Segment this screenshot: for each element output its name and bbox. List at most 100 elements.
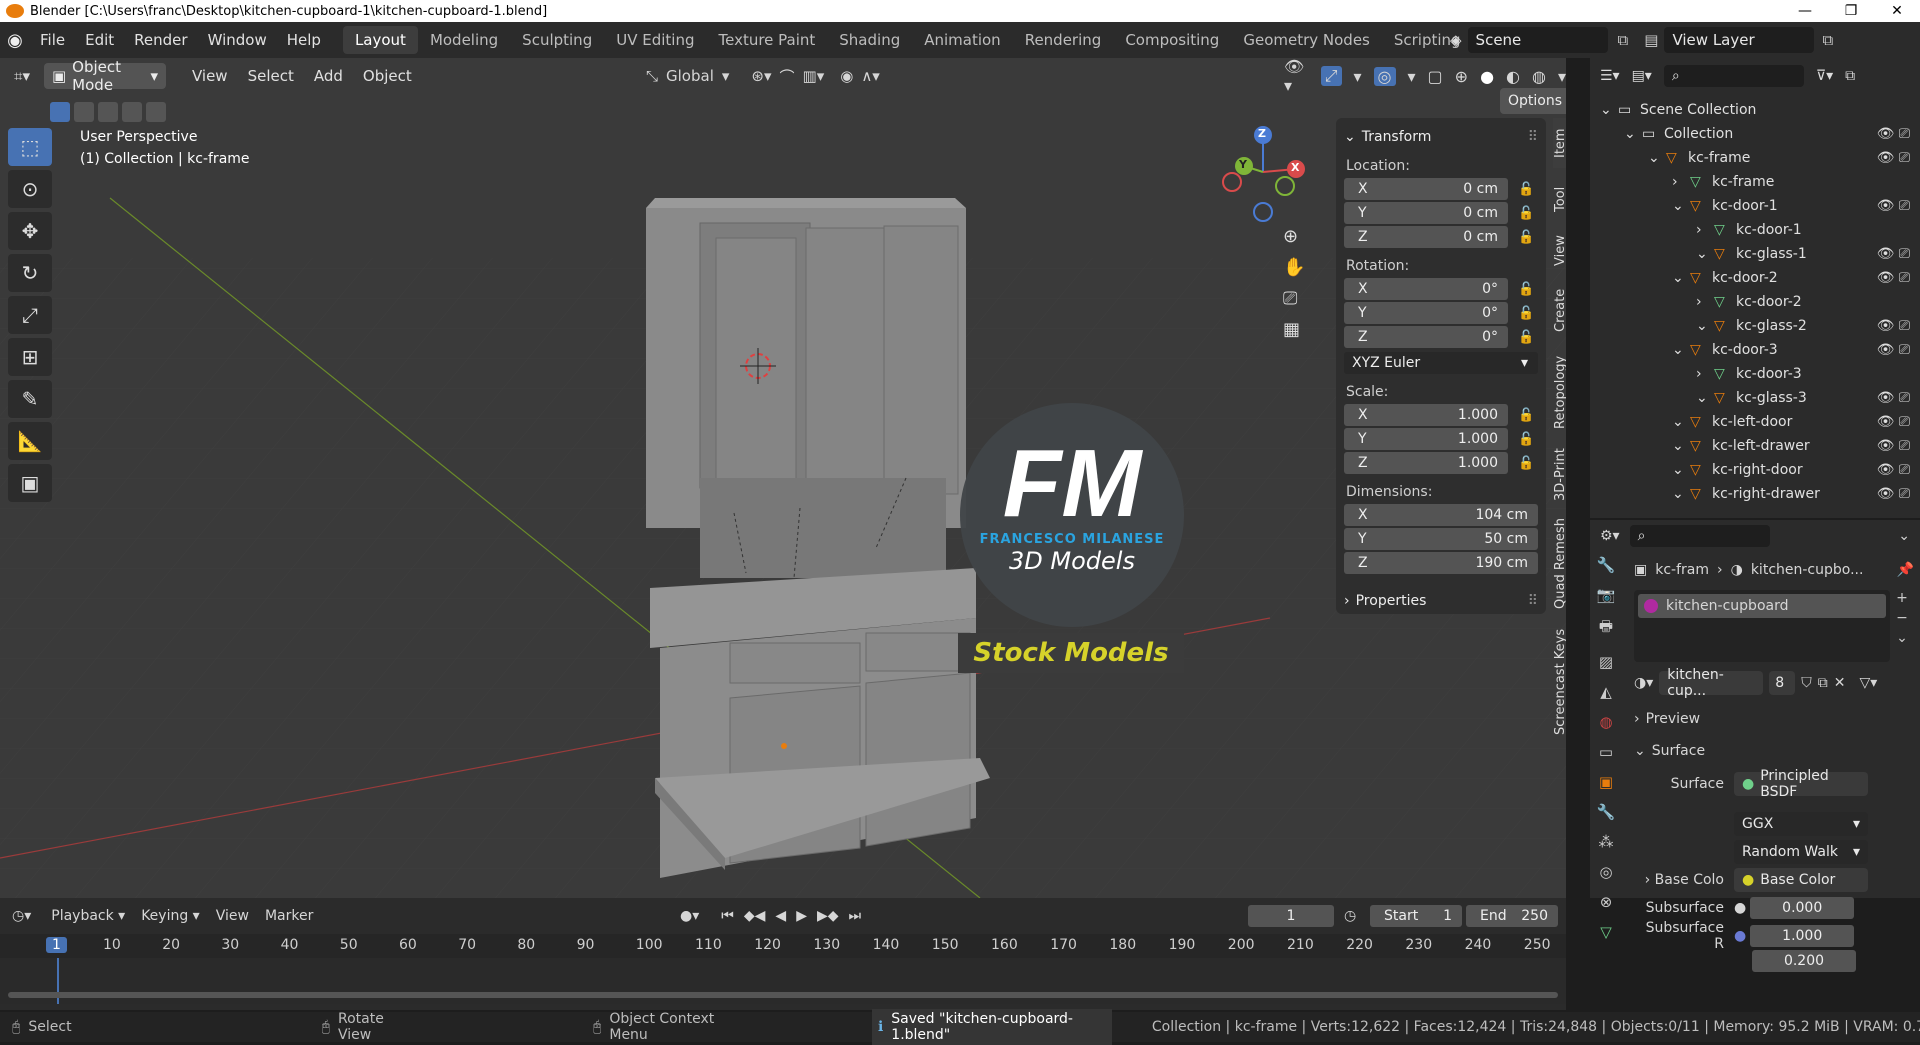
expand-toggle-icon[interactable]: ⌄	[1696, 390, 1714, 406]
editor-type-icon[interactable]: ⚙▾	[1600, 528, 1620, 544]
lock-icon[interactable]: 🔓	[1518, 408, 1538, 423]
properties-search-input[interactable]: ⌕	[1629, 525, 1770, 547]
expand-toggle-icon[interactable]: ⌄	[1672, 414, 1690, 430]
pivot-icon[interactable]: ⊛▾	[751, 67, 771, 85]
clock-icon[interactable]: ◷	[1344, 908, 1356, 924]
rendered-shading-icon[interactable]: ◍	[1532, 67, 1546, 86]
expand-toggle-icon[interactable]: ›	[1672, 174, 1690, 190]
visibility-eye-icon[interactable]: 👁 ⎚	[1877, 438, 1910, 454]
dimensions-y-field[interactable]: Y 50 cm	[1344, 528, 1538, 550]
object-props-icon[interactable]: ▣	[1599, 773, 1613, 791]
falloff-icon[interactable]: ∧▾	[861, 67, 880, 85]
select-new-icon[interactable]	[50, 102, 70, 122]
menu-help[interactable]: Help	[277, 31, 331, 49]
visibility-eye-icon[interactable]: 👁 ⎚	[1877, 270, 1910, 286]
base-color-label[interactable]: › Base Colo	[1634, 872, 1724, 888]
select-invert-icon[interactable]	[122, 102, 142, 122]
new-scene-icon[interactable]: ⧉	[1618, 31, 1629, 49]
render-props-icon[interactable]: 📷	[1597, 586, 1616, 604]
rotate-tool-icon[interactable]: ↻	[8, 254, 52, 292]
outliner-row[interactable]: › ▽ kc-frame	[1590, 170, 1920, 194]
menu-edit[interactable]: Edit	[75, 31, 124, 49]
visibility-eye-icon[interactable]: 👁 ⎚	[1877, 246, 1910, 262]
remove-slot-icon[interactable]: −	[1896, 610, 1908, 626]
proportional-edit-icon[interactable]: ◉	[840, 67, 853, 85]
expand-toggle-icon[interactable]: ›	[1696, 294, 1714, 310]
outliner-row[interactable]: ⌄ ▽ kc-frame 👁 ⎚	[1590, 146, 1920, 170]
viewport-menu-view[interactable]: View	[182, 67, 238, 85]
wireframe-shading-icon[interactable]: ⊕	[1455, 67, 1468, 86]
visibility-eye-icon[interactable]: 👁 ⎚	[1877, 342, 1910, 358]
material-slot-item[interactable]: kitchen-cupboard	[1638, 594, 1886, 618]
location-x-field[interactable]: X0 cm	[1344, 178, 1508, 200]
collection-props-icon[interactable]: ▭	[1599, 743, 1613, 761]
tab-layout[interactable]: Layout	[342, 26, 418, 54]
data-props-icon[interactable]: ▽	[1600, 923, 1612, 941]
constraint-props-icon[interactable]: ⊗	[1600, 893, 1613, 911]
sidebar-tab-3d-print[interactable]: 3D-Print	[1553, 444, 1566, 506]
tab-sculpting[interactable]: Sculpting	[510, 26, 604, 54]
outliner-row[interactable]: ⌄ ▽ kc-left-drawer 👁 ⎚	[1590, 434, 1920, 458]
keyframe-area[interactable]	[0, 958, 1566, 1004]
overlay-toggle-icon[interactable]: ◎	[1373, 66, 1396, 86]
outliner-row[interactable]: ⌄ ▽ kc-glass-2 👁 ⎚	[1590, 314, 1920, 338]
sidebar-tab-screencast-keys[interactable]: Screencast Keys	[1553, 622, 1566, 742]
timeline-scrollbar[interactable]	[8, 992, 1558, 998]
camera-view-icon[interactable]: ⎚	[1283, 288, 1305, 309]
end-frame-field[interactable]: End 250	[1466, 905, 1558, 927]
distribution-dropdown[interactable]: GGX ▾	[1734, 812, 1868, 836]
expand-toggle-icon[interactable]: ⌄	[1672, 438, 1690, 454]
tab-geometry-nodes[interactable]: Geometry Nodes	[1231, 26, 1382, 54]
jump-end-icon[interactable]: ⏭	[849, 908, 862, 924]
timeline-menu-playback[interactable]: Playback ▾	[43, 908, 133, 924]
new-collection-icon[interactable]: ⧉	[1845, 68, 1855, 84]
visibility-eye-icon[interactable]: 👁 ⎚	[1877, 486, 1910, 502]
tab-animation[interactable]: Animation	[912, 26, 1012, 54]
outliner-row[interactable]: ⌄ ▽ kc-door-3 👁 ⎚	[1590, 338, 1920, 362]
tab-shading[interactable]: Shading	[827, 26, 912, 54]
outliner-row[interactable]: ⌄ ▽ kc-door-2 👁 ⎚	[1590, 266, 1920, 290]
modifier-props-icon[interactable]: 🔧	[1597, 803, 1616, 821]
filter-icon[interactable]: ⊽▾	[1816, 68, 1833, 84]
physics-props-icon[interactable]: ◎	[1599, 863, 1612, 881]
lock-icon[interactable]: 🔓	[1518, 456, 1538, 471]
visibility-eye-icon[interactable]: 👁 ⎚	[1877, 462, 1910, 478]
sidebar-tab-quad-remesh[interactable]: Quad Remesh	[1553, 512, 1566, 616]
scene-props-icon[interactable]: ◭	[1600, 683, 1612, 701]
outliner-row[interactable]: ⌄ ▭ Scene Collection	[1590, 98, 1920, 122]
play-reverse-icon[interactable]: ◀	[775, 908, 786, 924]
expand-toggle-icon[interactable]: ⌄	[1672, 198, 1690, 214]
dimensions-z-field[interactable]: Z 190 cm	[1344, 552, 1538, 574]
3d-viewport[interactable]: Z X Y ⊕ ✋ ⎚ ▦ FM FRANCESCO MILANESE 3D M…	[0, 58, 1566, 898]
shading-dropdown-icon[interactable]: ▾	[1558, 67, 1566, 86]
drag-handle-icon[interactable]: ⠿	[1528, 129, 1538, 145]
scene-icon[interactable]: ◈	[1450, 31, 1462, 49]
viewport-menu-add[interactable]: Add	[304, 67, 353, 85]
subsurface-radius-g-field[interactable]: 0.200	[1752, 950, 1856, 972]
editor-type-icon[interactable]: ⌗▾	[14, 67, 30, 85]
rotation-x-field[interactable]: X 0°	[1344, 278, 1508, 300]
outliner-row[interactable]: › ▽ kc-door-2	[1590, 290, 1920, 314]
play-icon[interactable]: ▶	[796, 908, 807, 924]
location-y-field[interactable]: Y0 cm	[1344, 202, 1508, 224]
frame-ruler[interactable]: 1 10 20 30 40 50 60 70 80 90 100 110 120 130 140 150 160…	[0, 934, 1566, 958]
material-users-count[interactable]: 8	[1769, 671, 1796, 695]
mode-dropdown[interactable]: ▣ Object Mode ▾	[43, 58, 166, 94]
outliner-row[interactable]: › ▽ kc-door-3	[1590, 362, 1920, 386]
overlay-dropdown-icon[interactable]: ▾	[1408, 67, 1416, 86]
tool-props-icon[interactable]: 🔧	[1597, 556, 1616, 574]
new-view-layer-icon[interactable]: ⧉	[1822, 31, 1833, 49]
annotate-tool-icon[interactable]: ✎	[8, 380, 52, 418]
outliner-row[interactable]: ⌄ ▽ kc-left-door 👁 ⎚	[1590, 410, 1920, 434]
move-tool-icon[interactable]: ✥	[8, 212, 52, 250]
expand-toggle-icon[interactable]: ⌄	[1696, 246, 1714, 262]
lock-icon[interactable]: 🔓	[1518, 206, 1538, 221]
start-frame-field[interactable]: Start 1	[1370, 905, 1462, 927]
select-box-tool-icon[interactable]: ⬚	[8, 128, 52, 166]
scene-name-field[interactable]: Scene	[1467, 27, 1608, 53]
tab-compositing[interactable]: Compositing	[1113, 26, 1231, 54]
lock-icon[interactable]: 🔓	[1518, 330, 1538, 345]
expand-toggle-icon[interactable]: ⌄	[1600, 102, 1618, 118]
lock-icon[interactable]: 🔓	[1518, 432, 1538, 447]
chevron-down-icon[interactable]: ⌄	[1898, 528, 1910, 544]
